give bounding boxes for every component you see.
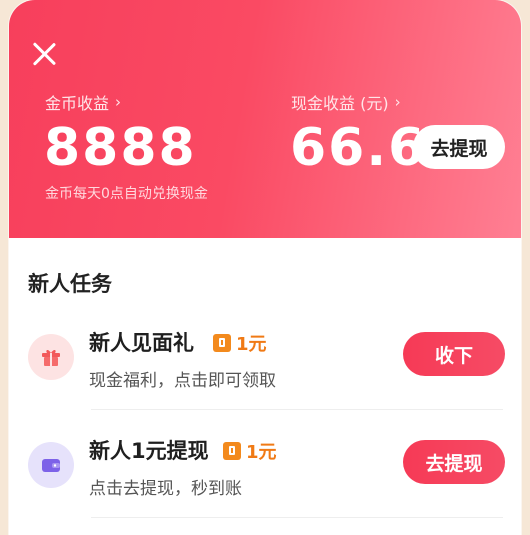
cash-coupon-icon: [213, 334, 231, 352]
cash-coupon-icon: [223, 442, 241, 460]
coin-earnings-link[interactable]: 金币收益 ›: [45, 90, 121, 114]
reward-amount: 1元: [236, 334, 267, 355]
withdraw-button[interactable]: 去提现: [413, 125, 505, 169]
task-reward: 1元: [223, 438, 277, 464]
reward-panel: 金币收益 › 8888 金币每天0点自动兑换现金 现金收益 (元) › 66.6…: [9, 0, 521, 535]
gift-icon: [28, 334, 74, 380]
chevron-right-icon: ›: [115, 93, 122, 111]
task-reward: 1元: [213, 330, 267, 356]
accept-gift-button[interactable]: 收下: [403, 332, 505, 376]
coin-exchange-note: 金币每天0点自动兑换现金: [45, 186, 208, 202]
reward-amount: 1元: [246, 442, 277, 463]
section-title: 新人任务: [28, 272, 112, 296]
task-description: 点击去提现，秒到账: [89, 479, 242, 499]
divider: [91, 517, 503, 518]
close-icon[interactable]: [29, 38, 59, 68]
withdraw-task-button[interactable]: 去提现: [403, 440, 505, 484]
task-title: 新人见面礼: [89, 331, 194, 355]
divider: [91, 409, 503, 410]
chevron-right-icon: ›: [394, 93, 401, 111]
task-row-first-withdraw: 新人1元提现 1元 点击去提现，秒到账 去提现: [9, 414, 521, 518]
earnings-header: 金币收益 › 8888 金币每天0点自动兑换现金 现金收益 (元) › 66.6…: [9, 0, 521, 238]
coin-earnings-label: 金币收益: [45, 94, 110, 113]
cash-earnings-link[interactable]: 现金收益 (元) ›: [291, 90, 401, 114]
task-row-welcome-gift: 新人见面礼 1元 现金福利，点击即可领取 收下: [9, 306, 521, 410]
task-title: 新人1元提现: [89, 439, 209, 463]
task-description: 现金福利，点击即可领取: [89, 371, 276, 391]
coin-earnings-value: 8888: [44, 118, 197, 178]
cash-earnings-label: 现金收益 (元): [291, 94, 389, 113]
cash-earnings-value: 66.6: [290, 118, 427, 178]
wallet-icon: [28, 442, 74, 488]
